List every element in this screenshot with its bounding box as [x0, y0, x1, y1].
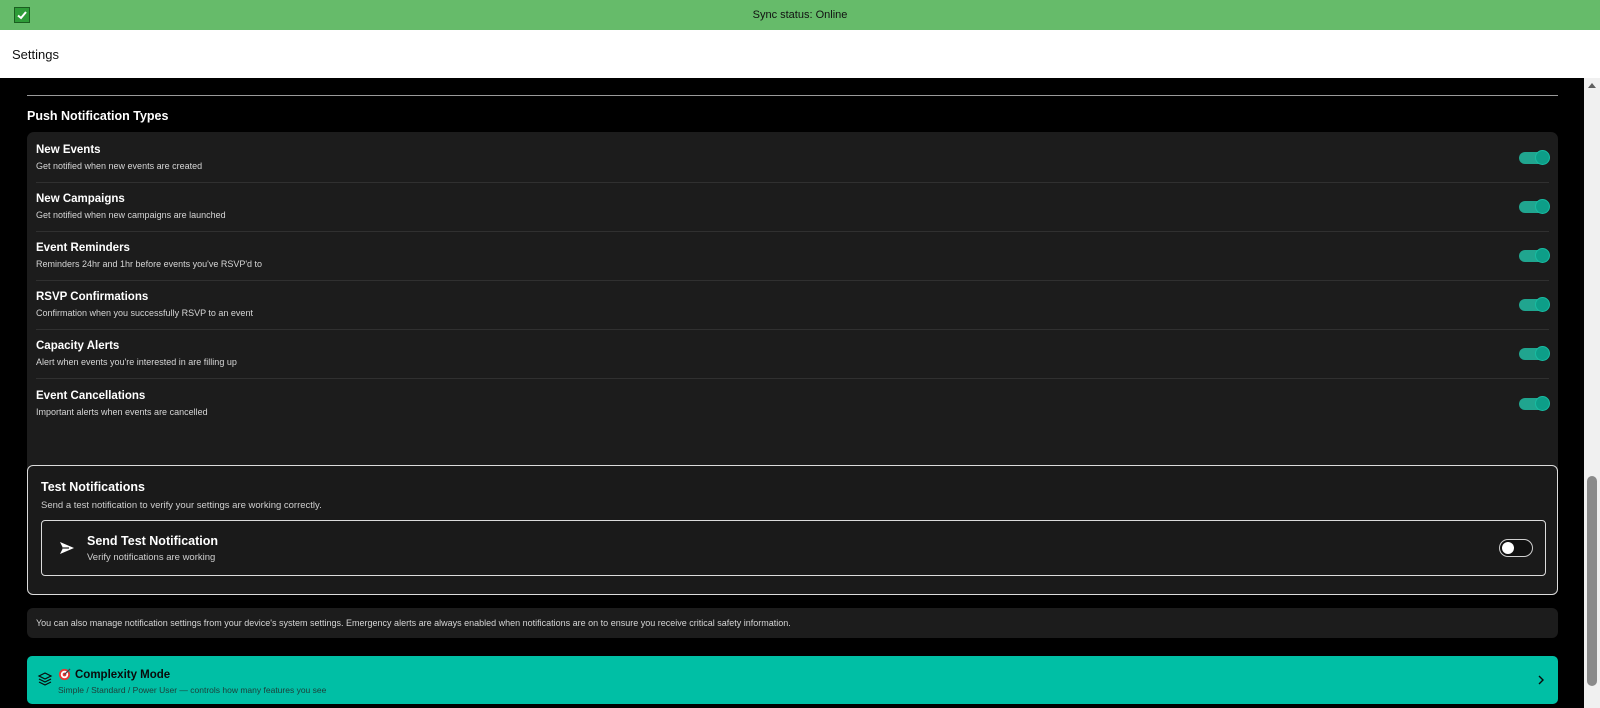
- push-row-new-campaigns: New Campaigns Get notified when new camp…: [36, 183, 1550, 232]
- system-settings-info-text: You can also manage notification setting…: [36, 618, 791, 628]
- send-test-notification-title: Send Test Notification: [87, 534, 219, 548]
- sync-status-bar: Sync status: Online: [0, 0, 1600, 30]
- push-row-desc: Reminders 24hr and 1hr before events you…: [36, 259, 263, 269]
- event-reminders-toggle[interactable]: [1519, 248, 1550, 263]
- push-row-capacity-alerts: Capacity Alerts Alert when events you're…: [36, 330, 1550, 379]
- push-row-title: RSVP Confirmations: [36, 291, 149, 303]
- push-notification-types-heading: Push Notification Types: [27, 109, 169, 123]
- test-notifications-desc: Send a test notification to verify your …: [41, 500, 322, 511]
- complexity-mode-title-wrap: Complexity Mode: [58, 668, 170, 681]
- page-header: Settings: [0, 30, 1600, 78]
- push-row-title: Event Reminders: [36, 242, 130, 254]
- capacity-alerts-toggle[interactable]: [1519, 346, 1550, 361]
- new-campaigns-toggle[interactable]: [1519, 199, 1550, 214]
- push-row-title: Capacity Alerts: [36, 340, 120, 352]
- push-row-desc: Get notified when new campaigns are laun…: [36, 210, 226, 220]
- layers-icon: [37, 671, 53, 687]
- checkbox-checked-icon: [14, 7, 30, 23]
- push-row-event-reminders: Event Reminders Reminders 24hr and 1hr b…: [36, 232, 1550, 281]
- push-row-event-cancellations: Event Cancellations Important alerts whe…: [36, 379, 1550, 428]
- scroll-up-arrow-icon[interactable]: [1588, 83, 1596, 88]
- complexity-mode-button[interactable]: Complexity Mode Simple / Standard / Powe…: [27, 656, 1558, 704]
- push-row-title: New Events: [36, 144, 101, 156]
- send-test-notification-toggle[interactable]: [1499, 539, 1533, 557]
- push-row-rsvp-confirmations: RSVP Confirmations Confirmation when you…: [36, 281, 1550, 330]
- rsvp-confirmations-toggle[interactable]: [1519, 297, 1550, 312]
- sync-status-text: Sync status: Online: [752, 9, 848, 21]
- push-row-new-events: New Events Get notified when new events …: [36, 134, 1550, 183]
- send-test-notification-row[interactable]: Send Test Notification Verify notificati…: [41, 520, 1546, 576]
- push-notification-types-card: New Events Get notified when new events …: [27, 132, 1558, 522]
- push-row-title: Event Cancellations: [36, 389, 146, 402]
- scrollbar-thumb[interactable]: [1587, 476, 1597, 686]
- new-events-toggle[interactable]: [1519, 150, 1550, 165]
- send-icon: [58, 539, 76, 557]
- complexity-mode-title: Complexity Mode: [75, 668, 171, 681]
- push-row-desc: Confirmation when you successfully RSVP …: [36, 308, 253, 318]
- test-notifications-card: Test Notifications Send a test notificat…: [27, 465, 1558, 595]
- complexity-mode-desc: Simple / Standard / Power User — control…: [58, 685, 327, 695]
- system-settings-info: You can also manage notification setting…: [27, 608, 1558, 638]
- push-row-desc: Get notified when new events are created: [36, 161, 203, 171]
- send-test-notification-desc: Verify notifications are working: [87, 552, 216, 563]
- page-title: Settings: [12, 46, 59, 62]
- event-cancellations-toggle[interactable]: [1519, 395, 1550, 411]
- chevron-right-icon: [1536, 673, 1546, 687]
- test-notifications-title: Test Notifications: [41, 480, 145, 494]
- target-icon: [58, 668, 71, 681]
- push-row-title: New Campaigns: [36, 193, 125, 205]
- vertical-scrollbar[interactable]: [1584, 78, 1600, 708]
- push-row-desc: Important alerts when events are cancell…: [36, 406, 208, 417]
- push-row-desc: Alert when events you're interested in a…: [36, 357, 237, 367]
- section-divider: [27, 95, 1558, 96]
